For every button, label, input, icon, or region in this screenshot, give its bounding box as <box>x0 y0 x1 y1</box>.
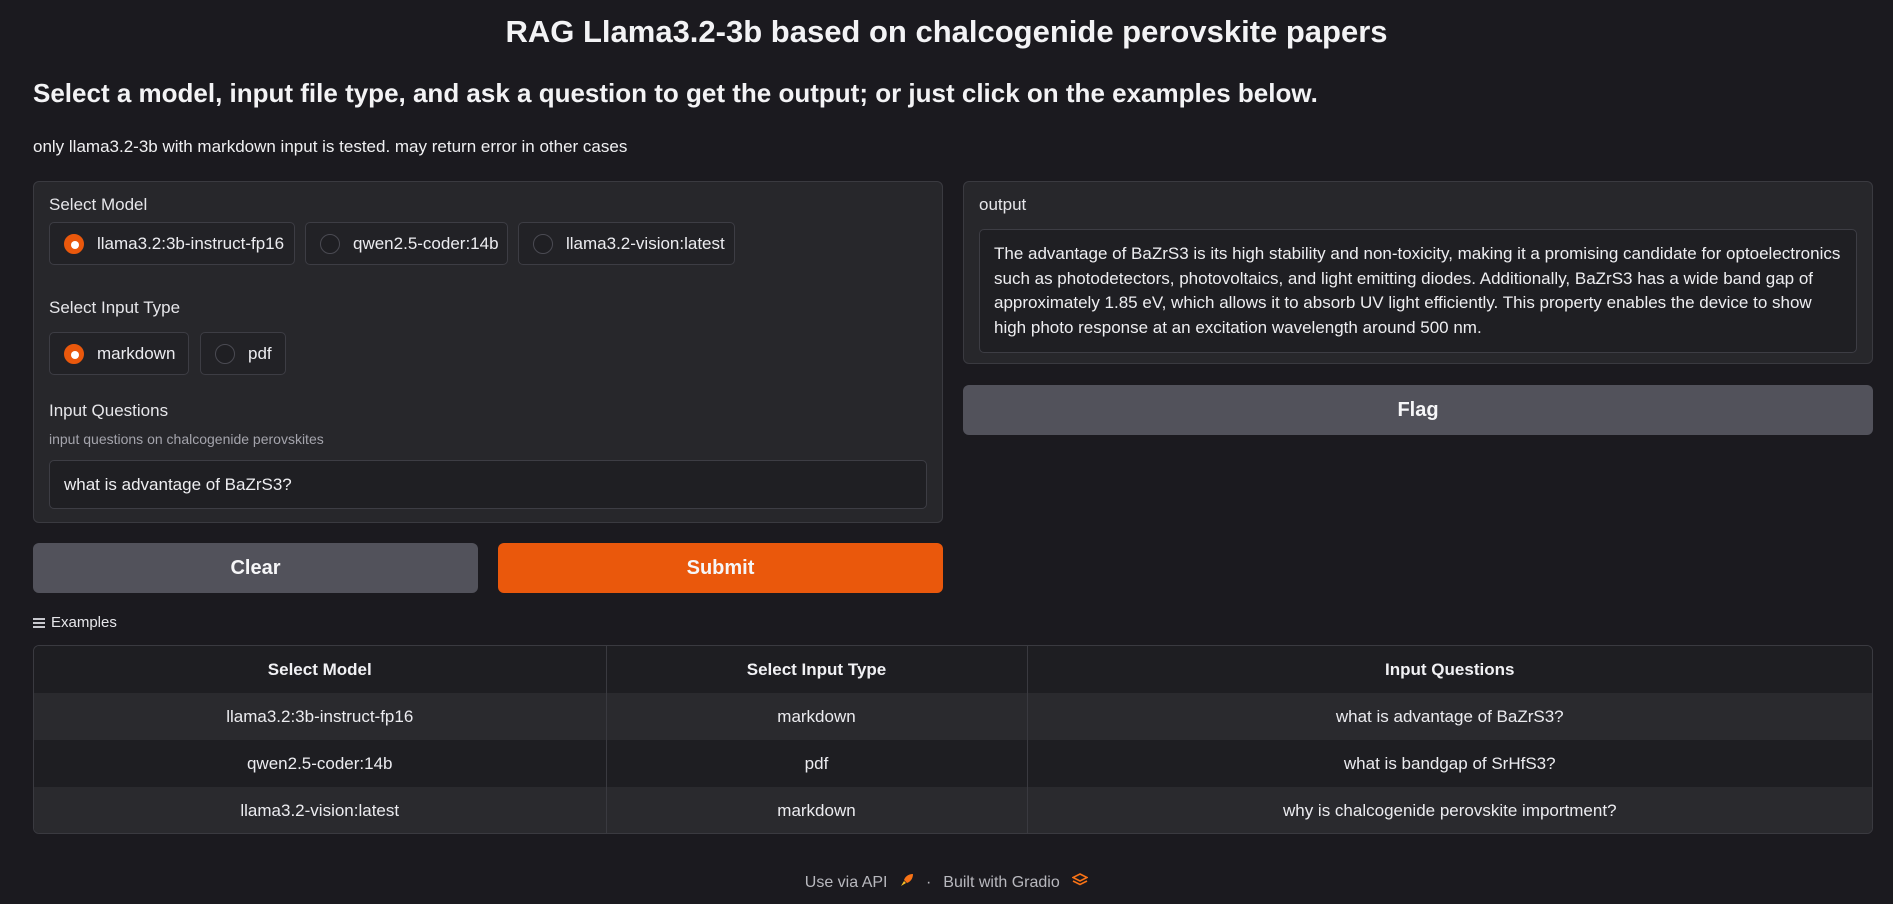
gradio-link-label: Built with Gradio <box>943 874 1060 891</box>
examples-header: Examples <box>33 614 117 631</box>
question-info: input questions on chalcogenide perovski… <box>49 431 324 447</box>
table-cell[interactable]: markdown <box>606 787 1028 833</box>
input-type-radio-markdown[interactable]: markdown <box>49 332 189 375</box>
model-select-label: Select Model <box>49 195 148 214</box>
examples-label: Examples <box>51 614 117 631</box>
input-panel: Select Model llama3.2:3b-instruct-fp16 q… <box>33 181 943 523</box>
table-cell[interactable]: markdown <box>606 693 1028 740</box>
footer: Use via API · Built with Gradio <box>0 873 1893 892</box>
radio-unselected-icon <box>320 233 340 254</box>
column-header: Input Questions <box>1027 646 1872 693</box>
radio-option-label: qwen2.5-coder:14b <box>353 233 499 253</box>
radio-unselected-icon <box>533 233 553 254</box>
example-row[interactable]: qwen2.5-coder:14b pdf what is bandgap of… <box>34 740 1872 787</box>
use-via-api-link[interactable]: Use via API <box>805 873 914 892</box>
gradio-app: RAG Llama3.2-3b based on chalcogenide pe… <box>0 0 1893 904</box>
output-textbox[interactable]: The advantage of BaZrS3 is its high stab… <box>979 229 1857 353</box>
list-icon <box>33 617 45 628</box>
radio-option-label: markdown <box>97 343 176 363</box>
radio-option-label: llama3.2:3b-instruct-fp16 <box>97 233 285 253</box>
page-title: RAG Llama3.2-3b based on chalcogenide pe… <box>505 14 1388 49</box>
model-radio-llama3.2-3b[interactable]: llama3.2:3b-instruct-fp16 <box>49 222 295 265</box>
radio-selected-icon <box>64 343 84 364</box>
table-cell[interactable]: pdf <box>606 740 1028 787</box>
examples-table: Select Model Select Input Type Input Que… <box>33 645 1873 834</box>
radio-option-label: pdf <box>248 343 272 363</box>
radio-unselected-icon <box>215 343 235 364</box>
page-subtitle: Select a model, input file type, and ask… <box>33 78 1318 108</box>
output-panel: output The advantage of BaZrS3 is its hi… <box>963 181 1873 364</box>
gradio-logo-icon <box>1071 873 1090 890</box>
submit-button[interactable]: Submit <box>498 543 943 593</box>
model-radio-qwen2.5-coder[interactable]: qwen2.5-coder:14b <box>305 222 508 265</box>
footer-separator: · <box>925 873 932 891</box>
page-note: only llama3.2-3b with markdown input is … <box>33 137 628 156</box>
table-cell[interactable]: why is chalcogenide perovskite importmen… <box>1027 787 1872 833</box>
radio-selected-icon <box>64 233 84 254</box>
clear-button[interactable]: Clear <box>33 543 478 593</box>
example-row[interactable]: llama3.2:3b-instruct-fp16 markdown what … <box>34 693 1872 740</box>
table-cell[interactable]: what is advantage of BaZrS3? <box>1027 693 1872 740</box>
model-radio-llama3.2-vision[interactable]: llama3.2-vision:latest <box>518 222 735 265</box>
api-link-label: Use via API <box>804 874 888 891</box>
table-cell[interactable]: llama3.2:3b-instruct-fp16 <box>34 693 607 740</box>
question-label: Input Questions <box>49 401 169 420</box>
flag-button[interactable]: Flag <box>963 385 1873 435</box>
radio-option-label: llama3.2-vision:latest <box>566 233 725 253</box>
built-with-gradio-link[interactable]: Built with Gradio <box>943 873 1090 892</box>
column-header: Select Model <box>34 646 607 693</box>
example-row[interactable]: llama3.2-vision:latest markdown why is c… <box>34 787 1872 833</box>
table-cell[interactable]: what is bandgap of SrHfS3? <box>1027 740 1872 787</box>
table-cell[interactable]: llama3.2-vision:latest <box>34 787 607 833</box>
rocket-icon <box>900 873 914 890</box>
table-cell[interactable]: qwen2.5-coder:14b <box>34 740 607 787</box>
question-input[interactable]: what is advantage of BaZrS3? <box>49 460 927 509</box>
input-type-radio-pdf[interactable]: pdf <box>200 332 286 375</box>
input-type-label: Select Input Type <box>49 298 181 317</box>
column-header: Select Input Type <box>606 646 1028 693</box>
table-header-row: Select Model Select Input Type Input Que… <box>34 646 1872 693</box>
output-label: output <box>979 195 1027 214</box>
